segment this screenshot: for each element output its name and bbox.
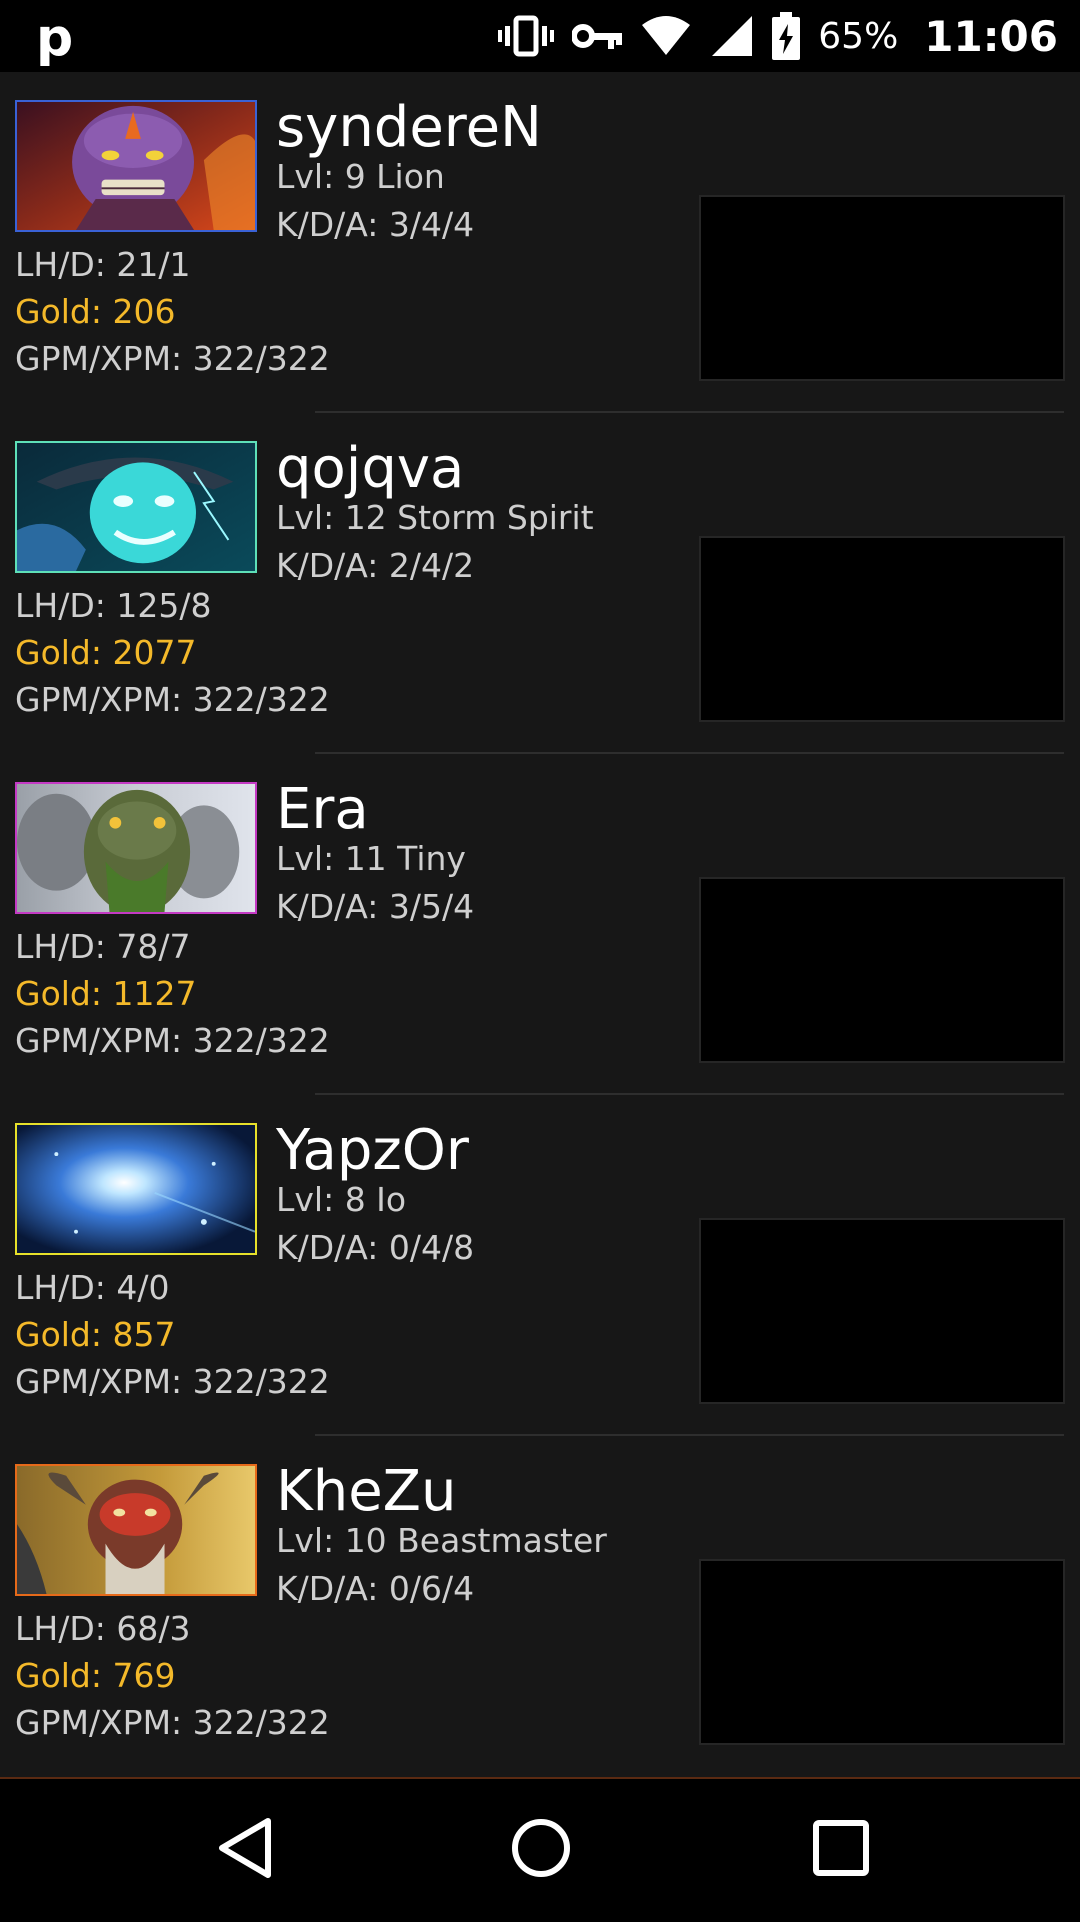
player-row[interactable]: qojqva Lvl: 12 Storm Spirit K/D/A: 2/4/2… <box>0 413 1080 754</box>
gold: Gold: 206 <box>15 292 176 331</box>
gpm-xpm: GPM/XPM: 322/322 <box>15 1021 330 1060</box>
player-name: syndereN <box>276 95 542 160</box>
vpn-key-icon <box>572 21 623 51</box>
battery-charging-icon <box>772 12 801 60</box>
kda: K/D/A: 2/4/2 <box>276 546 475 585</box>
gold: Gold: 2077 <box>15 633 197 672</box>
home-icon[interactable] <box>506 1813 576 1887</box>
gold: Gold: 769 <box>15 1656 176 1695</box>
hero-level: Lvl: 9 Lion <box>276 157 445 196</box>
items-panel <box>699 195 1065 381</box>
status-bar: p 65% 11:06 <box>0 0 1080 72</box>
player-row[interactable]: YapzOr Lvl: 8 Io K/D/A: 0/4/8 LH/D: 4/0 … <box>0 1095 1080 1436</box>
gpm-xpm: GPM/XPM: 322/322 <box>15 680 330 719</box>
items-panel <box>699 1559 1065 1745</box>
hero-level: Lvl: 11 Tiny <box>276 839 466 878</box>
storm-spirit-hero-portrait <box>15 441 257 573</box>
last-hits-denies: LH/D: 125/8 <box>15 586 212 625</box>
recents-icon[interactable] <box>806 1813 876 1887</box>
player-name: KheZu <box>276 1459 457 1524</box>
player-row[interactable]: KheZu Lvl: 10 Beastmaster K/D/A: 0/6/4 L… <box>0 1436 1080 1777</box>
kda: K/D/A: 3/4/4 <box>276 205 475 244</box>
last-hits-denies: LH/D: 21/1 <box>15 245 191 284</box>
player-list[interactable]: syndereN Lvl: 9 Lion K/D/A: 3/4/4 LH/D: … <box>0 72 1080 1777</box>
player-row[interactable]: Era Lvl: 11 Tiny K/D/A: 3/5/4 LH/D: 78/7… <box>0 754 1080 1095</box>
player-name: qojqva <box>276 436 465 501</box>
vibrate-icon <box>498 14 555 58</box>
io-hero-portrait <box>15 1123 257 1255</box>
player-name: Era <box>276 777 369 842</box>
last-hits-denies: LH/D: 78/7 <box>15 927 191 966</box>
battery-percent: 65% <box>818 15 899 57</box>
last-hits-denies: LH/D: 4/0 <box>15 1268 170 1307</box>
hero-level: Lvl: 10 Beastmaster <box>276 1521 607 1560</box>
player-row[interactable]: syndereN Lvl: 9 Lion K/D/A: 3/4/4 LH/D: … <box>0 72 1080 413</box>
status-icons: 65% 11:06 <box>498 0 1058 72</box>
gpm-xpm: GPM/XPM: 322/322 <box>15 339 330 378</box>
player-name: YapzOr <box>276 1118 469 1183</box>
cell-signal-icon <box>710 14 754 58</box>
wifi-icon <box>640 15 692 57</box>
items-panel <box>699 1218 1065 1404</box>
hero-level: Lvl: 12 Storm Spirit <box>276 498 594 537</box>
beastmaster-hero-portrait <box>15 1464 257 1596</box>
hero-level: Lvl: 8 Io <box>276 1180 407 1219</box>
app-notification-icon: p <box>36 8 74 68</box>
clock: 11:06 <box>924 11 1058 61</box>
gold: Gold: 857 <box>15 1315 176 1354</box>
items-panel <box>699 536 1065 722</box>
kda: K/D/A: 0/6/4 <box>276 1569 475 1608</box>
last-hits-denies: LH/D: 68/3 <box>15 1609 191 1648</box>
gold: Gold: 1127 <box>15 974 197 1013</box>
gpm-xpm: GPM/XPM: 322/322 <box>15 1362 330 1401</box>
navigation-bar <box>0 1777 1080 1922</box>
back-icon[interactable] <box>210 1813 280 1887</box>
gpm-xpm: GPM/XPM: 322/322 <box>15 1703 330 1742</box>
kda: K/D/A: 0/4/8 <box>276 1228 475 1267</box>
items-panel <box>699 877 1065 1063</box>
tiny-hero-portrait <box>15 782 257 914</box>
lion-hero-portrait <box>15 100 257 232</box>
kda: K/D/A: 3/5/4 <box>276 887 475 926</box>
